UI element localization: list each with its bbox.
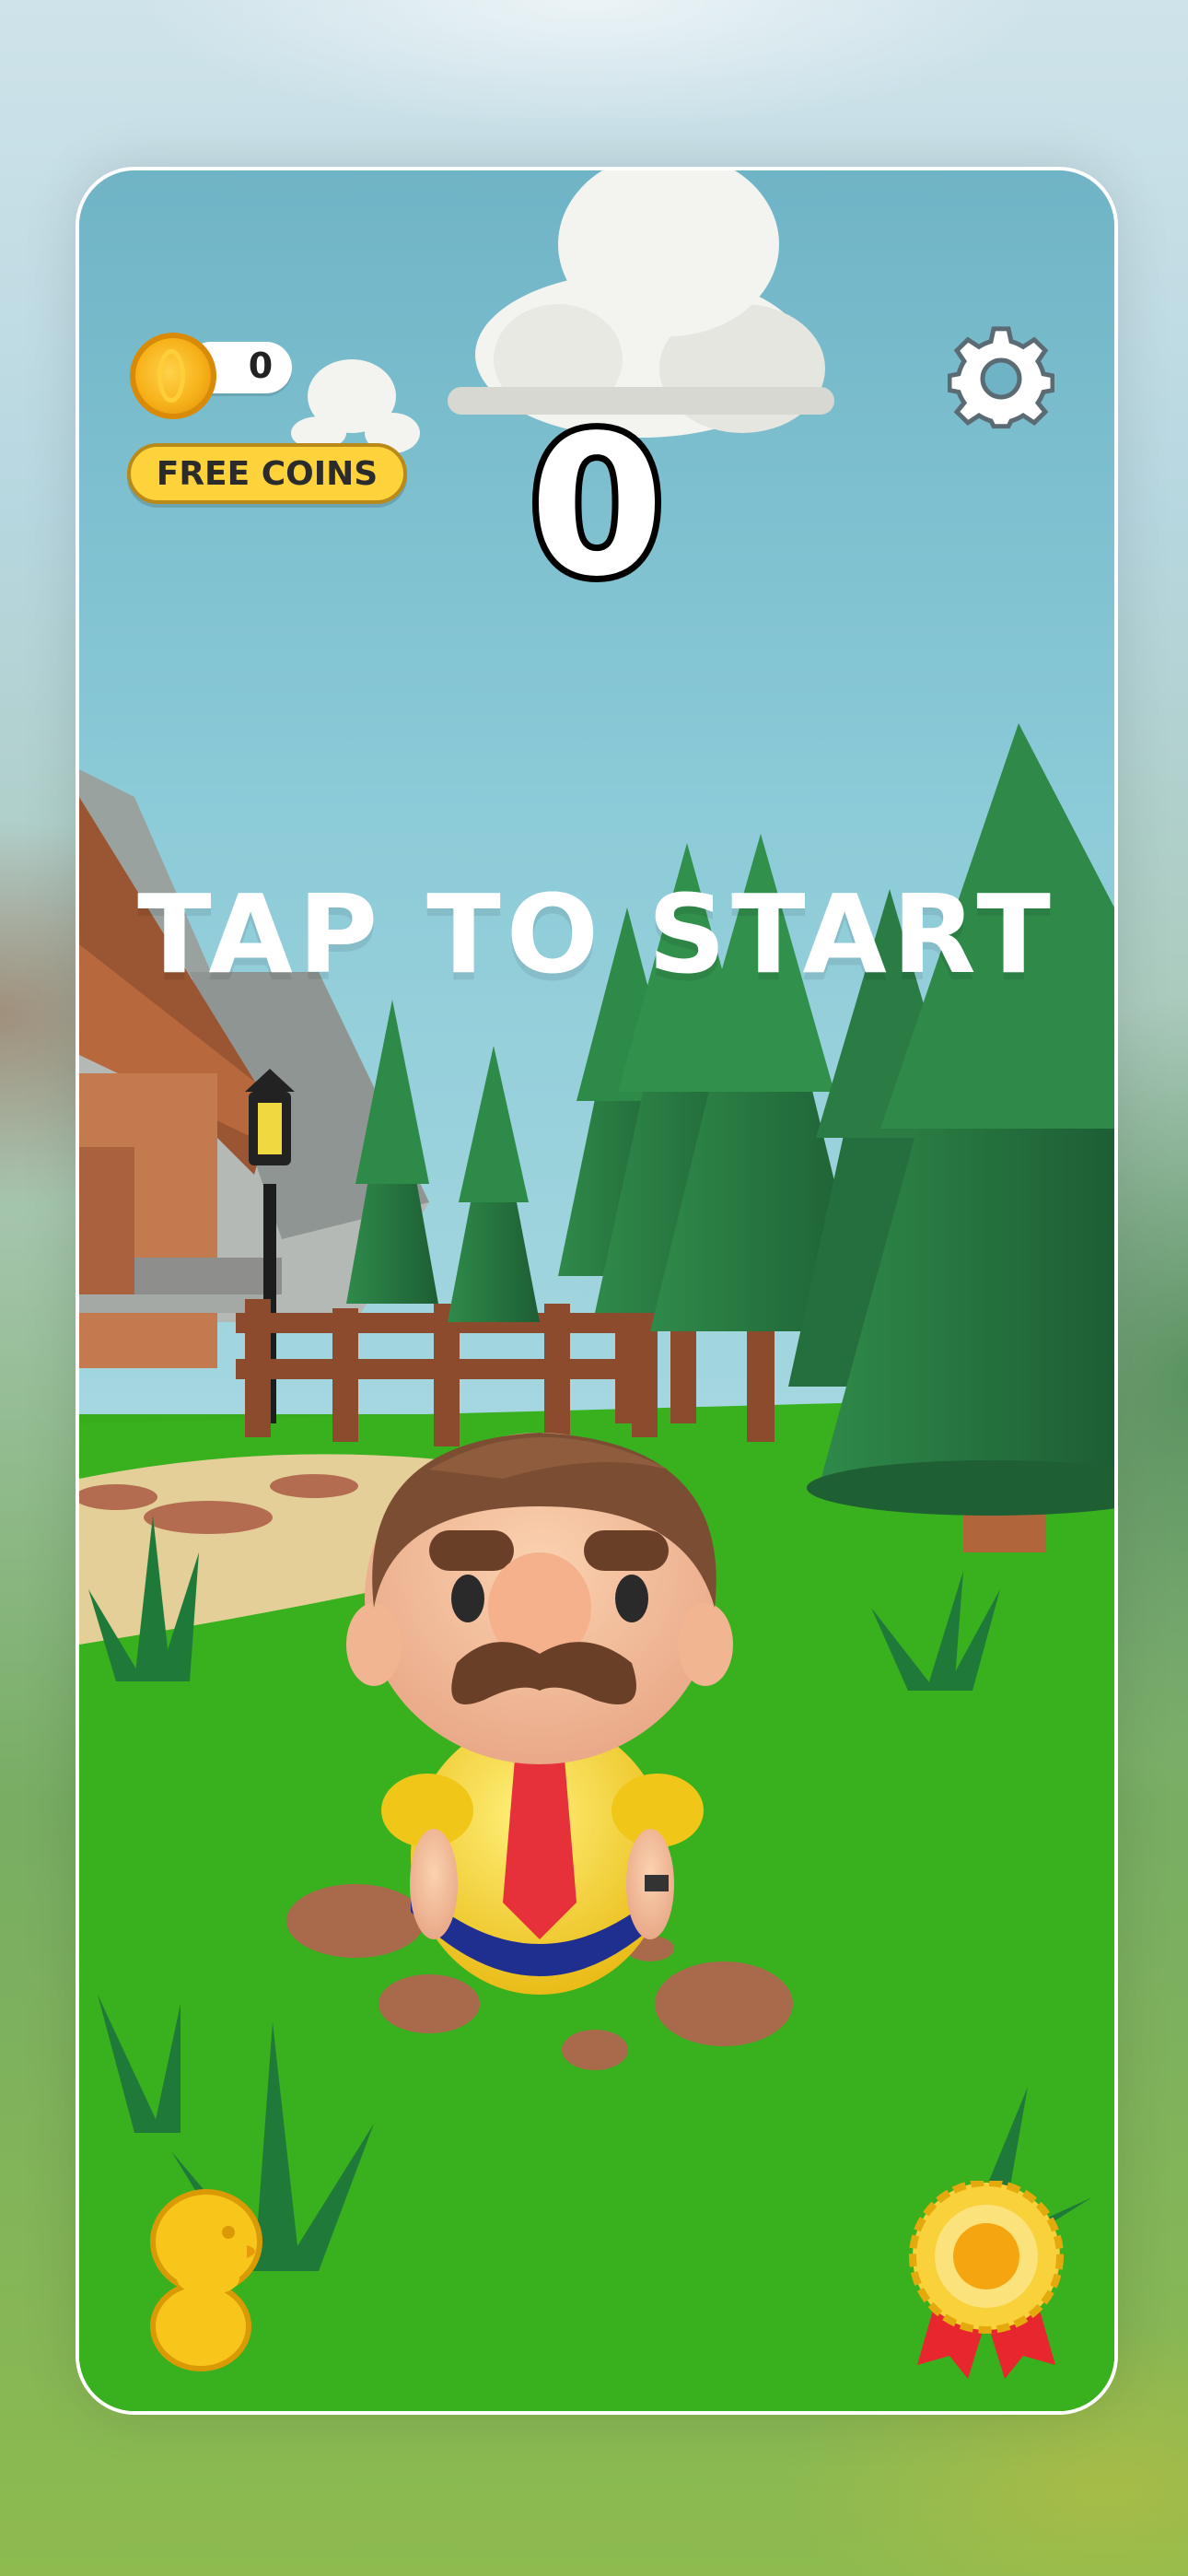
game-viewport[interactable]: 0 FREE COINS 0 TAP TO START (76, 167, 1118, 2415)
tap-to-start-prompt: TAP TO START (137, 871, 1056, 998)
duck-icon (150, 2189, 262, 2371)
character-select-button[interactable] (144, 2188, 267, 2372)
award-ribbon-icon (909, 2179, 1064, 2379)
coin-icon (130, 333, 216, 419)
score-display: 0 (523, 393, 670, 619)
achievements-button[interactable] (899, 2179, 1074, 2383)
coin-count: 0 (248, 345, 274, 386)
coin-counter: 0 (130, 333, 292, 419)
